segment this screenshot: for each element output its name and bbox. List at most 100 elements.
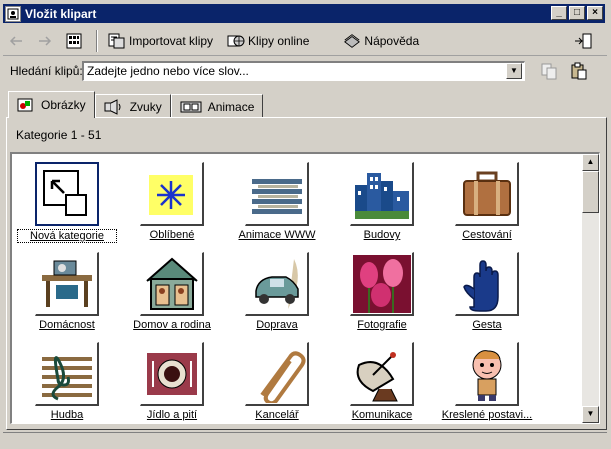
favorites-icon xyxy=(148,174,193,215)
category-label: Oblíbené xyxy=(149,229,195,241)
forward-arrow-icon xyxy=(36,32,54,50)
tab-sounds-label: Zvuky xyxy=(129,99,162,114)
help-button[interactable]: Nápověda xyxy=(339,30,423,52)
category-label: Komunikace xyxy=(351,409,413,421)
grid-view-icon xyxy=(65,32,83,50)
import-clips-button[interactable]: Importovat klipy xyxy=(104,30,217,52)
help-label: Nápověda xyxy=(364,33,420,48)
scroll-thumb[interactable] xyxy=(582,171,599,213)
category-item[interactable]: Animace WWW xyxy=(227,158,327,244)
category-item[interactable]: Nová kategorie xyxy=(17,158,117,244)
restore-window-icon xyxy=(574,32,592,50)
search-row: Hledání klipů: Zadejte jedno nebo více s… xyxy=(3,58,607,84)
category-label: Jídlo a pití xyxy=(146,409,198,421)
all-categories-button[interactable] xyxy=(61,30,90,52)
category-item[interactable]: Kreslené postavi... xyxy=(437,338,537,423)
category-item[interactable]: Domov a rodina xyxy=(122,248,222,334)
tab-animations[interactable]: Animace xyxy=(170,94,264,118)
paste-button[interactable] xyxy=(566,60,595,82)
category-item[interactable]: Gesta xyxy=(437,248,537,334)
category-item[interactable]: Hudba xyxy=(17,338,117,423)
plate-icon xyxy=(146,352,197,395)
tab-pictures[interactable]: Obrázky xyxy=(8,91,95,118)
close-button[interactable]: × xyxy=(587,6,603,20)
film-icon xyxy=(180,100,202,114)
forward-button[interactable] xyxy=(32,30,61,52)
category-count: Kategorie 1 - 51 xyxy=(16,128,102,142)
satellite-dish-icon xyxy=(356,351,398,401)
tab-panel: Kategorie 1 - 51 Nová kategorie Oblíbené xyxy=(6,117,607,430)
import-icon xyxy=(108,32,126,50)
category-grid: Nová kategorie Oblíbené Animace WWW Budo… xyxy=(10,152,600,424)
tab-sounds[interactable]: Zvuky xyxy=(94,94,171,118)
clipart-window: Vložit klipart _ □ × Importovat klipy Kl… xyxy=(0,0,611,449)
category-label: Hudba xyxy=(50,409,84,421)
toolbar-separator xyxy=(96,29,98,52)
scroll-down-button[interactable]: ▼ xyxy=(582,406,599,423)
copy-button[interactable] xyxy=(536,60,565,82)
category-label: Budovy xyxy=(363,229,401,241)
food-drink-tile[interactable] xyxy=(140,342,204,406)
category-item[interactable]: Fotografie xyxy=(332,248,432,334)
clips-online-button[interactable]: Klipy online xyxy=(223,30,313,52)
search-dropdown-button[interactable]: ▼ xyxy=(506,63,522,79)
clips-online-label: Klipy online xyxy=(248,33,310,48)
app-icon xyxy=(5,5,21,22)
category-label: Kancelář xyxy=(255,409,299,421)
category-label: Fotografie xyxy=(357,319,407,331)
web-animation-tile[interactable] xyxy=(245,162,309,226)
favorites-tile[interactable] xyxy=(140,162,204,226)
category-item[interactable]: Doprava xyxy=(227,248,327,334)
category-item[interactable]: Cestování xyxy=(437,158,537,244)
gestures-tile[interactable] xyxy=(455,252,519,316)
cartoon-character-icon xyxy=(472,349,501,401)
travel-tile[interactable] xyxy=(455,162,519,226)
category-label: Cestování xyxy=(462,229,512,241)
back-button[interactable] xyxy=(3,30,32,52)
household-icon xyxy=(41,260,92,307)
cartoons-tile[interactable] xyxy=(455,342,519,406)
category-item[interactable]: Domácnost xyxy=(17,248,117,334)
home-family-tile[interactable] xyxy=(140,252,204,316)
search-input-text: Zadejte jedno nebo více slov... xyxy=(87,64,249,78)
category-label: Animace WWW xyxy=(238,229,316,241)
category-label: Domácnost xyxy=(39,319,95,331)
toolbar: Importovat klipy Klipy online Nápověda xyxy=(3,26,607,56)
category-item[interactable]: Komunikace xyxy=(332,338,432,423)
communication-tile[interactable] xyxy=(350,342,414,406)
music-staff-icon xyxy=(41,355,92,400)
tab-animations-label: Animace xyxy=(207,99,255,114)
tab-pictures-label: Obrázky xyxy=(41,98,86,112)
minimize-button[interactable]: _ xyxy=(551,6,567,20)
category-item[interactable]: Kancelář xyxy=(227,338,327,423)
household-tile[interactable] xyxy=(35,252,99,316)
category-label: Nová kategorie xyxy=(17,229,117,243)
buildings-tile[interactable] xyxy=(350,162,414,226)
change-window-size-button[interactable] xyxy=(570,30,599,52)
category-item[interactable]: Oblíbené xyxy=(122,158,222,244)
music-tile[interactable] xyxy=(35,342,99,406)
sounds-icon xyxy=(104,98,124,115)
vertical-scrollbar[interactable]: ▲ ▼ xyxy=(582,154,599,423)
transport-tile[interactable] xyxy=(245,252,309,316)
buildings-icon xyxy=(352,164,411,223)
maximize-button[interactable]: □ xyxy=(569,6,585,20)
back-arrow-icon xyxy=(7,32,25,50)
category-item[interactable]: Jídlo a pití xyxy=(122,338,222,423)
photos-tile[interactable] xyxy=(350,252,414,316)
category-label: Gesta xyxy=(472,319,502,331)
category-label: Doprava xyxy=(256,319,298,331)
category-label: Domov a rodina xyxy=(133,319,211,331)
scroll-up-button[interactable]: ▲ xyxy=(582,154,599,171)
hand-gesture-icon xyxy=(462,259,499,312)
title-bar[interactable]: Vložit klipart _ □ × xyxy=(3,4,605,23)
category-item[interactable]: Budovy xyxy=(332,158,432,244)
search-input[interactable]: Zadejte jedno nebo více slov... ▼ xyxy=(82,61,525,81)
paste-icon xyxy=(570,62,588,80)
office-tile[interactable] xyxy=(245,342,309,406)
photo-tulips-icon xyxy=(352,254,411,313)
tab-strip: Obrázky Zvuky Animace xyxy=(8,91,264,118)
new-category-tile[interactable] xyxy=(35,162,99,226)
web-animation-icon xyxy=(251,178,302,214)
window-title: Vložit klipart xyxy=(25,6,97,21)
